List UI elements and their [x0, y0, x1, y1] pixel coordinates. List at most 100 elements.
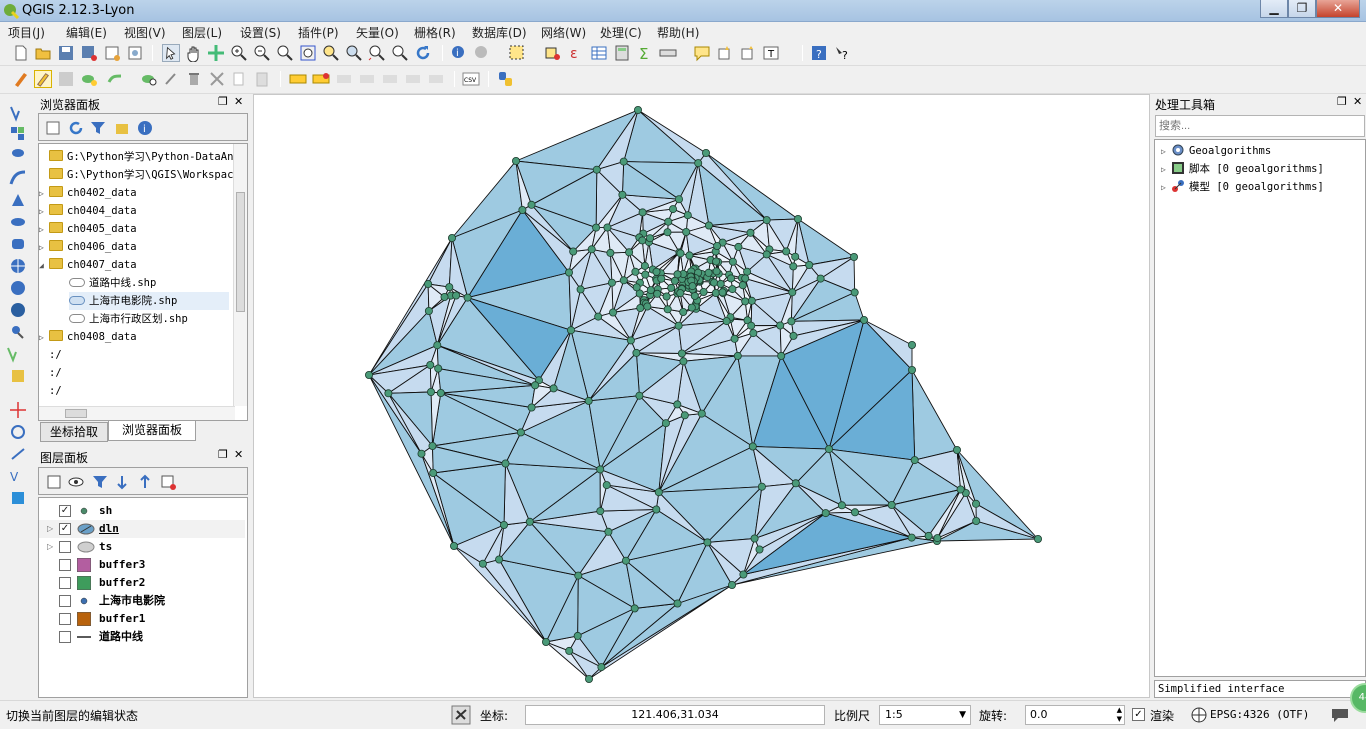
menu-settings[interactable]: 设置(S)	[240, 24, 281, 41]
menu-layer[interactable]: 图层(L)	[182, 24, 222, 41]
close-panel-icon[interactable]: ✕	[234, 95, 243, 108]
delete-selected-icon[interactable]	[163, 70, 181, 88]
menu-view[interactable]: 视图(V)	[124, 24, 166, 41]
add-mssql-layer-icon[interactable]	[9, 191, 27, 209]
zoom-last-icon[interactable]	[368, 44, 386, 62]
add-csv-layer-icon[interactable]: CSV	[462, 70, 480, 88]
add-vector-layer-icon[interactable]	[9, 104, 27, 122]
tab-coordinate-capture[interactable]: 坐标拾取	[40, 422, 108, 442]
browser-folder-item[interactable]: :/	[39, 346, 62, 364]
collapse-all-icon[interactable]	[113, 119, 131, 137]
menu-edit[interactable]: 编辑(E)	[66, 24, 107, 41]
show-hide-labels-icon[interactable]	[427, 70, 445, 88]
help-contents-icon[interactable]: ?	[810, 44, 828, 62]
expand-arrow-icon[interactable]: ▷	[39, 329, 49, 347]
copy-features-icon[interactable]	[230, 70, 248, 88]
zoom-out-icon[interactable]	[253, 44, 271, 62]
new-temporary-layer-icon[interactable]	[9, 489, 27, 507]
render-checkbox[interactable]: ✓	[1132, 708, 1145, 721]
visibility-eye-icon[interactable]	[67, 473, 85, 491]
cut-features-icon[interactable]	[208, 70, 226, 88]
deselect-features-icon[interactable]	[544, 44, 562, 62]
new-shapefile-layer-icon[interactable]	[6, 345, 24, 363]
layer-row[interactable]: ✓ sh	[39, 502, 245, 520]
menu-plugins[interactable]: 插件(P)	[298, 24, 339, 41]
layer-row[interactable]: buffer2	[39, 574, 245, 592]
select-features-icon[interactable]	[508, 44, 526, 62]
current-edits-icon[interactable]	[12, 70, 30, 88]
processing-item-scripts[interactable]: ▷ 脚本 [0 geoalgorithms]	[1161, 160, 1324, 178]
refresh-icon[interactable]	[414, 44, 432, 62]
add-virtual-layer-icon[interactable]	[9, 423, 27, 441]
add-postgis-layer-icon[interactable]	[9, 147, 27, 165]
new-bookmark-icon[interactable]	[716, 44, 734, 62]
new-gpx-layer-icon[interactable]: V	[9, 467, 27, 485]
expand-all-icon[interactable]	[113, 473, 131, 491]
label-toolbar-pin-icon[interactable]	[312, 70, 330, 88]
minimize-button[interactable]: ▁	[1260, 0, 1288, 18]
tab-browser[interactable]: 浏览器面板	[108, 421, 196, 441]
browser-folder-item[interactable]: ◢ ch0407_data	[39, 256, 137, 274]
add-gps-icon[interactable]	[9, 401, 27, 419]
browser-folder-item[interactable]: :/	[39, 364, 62, 382]
close-processing-panel-icon[interactable]: ✕	[1353, 95, 1362, 108]
save-project-icon[interactable]	[57, 44, 75, 62]
zoom-to-layer-icon[interactable]	[345, 44, 363, 62]
zoom-in-icon[interactable]	[230, 44, 248, 62]
refresh-browser-icon[interactable]	[67, 119, 85, 137]
layer-visibility-checkbox[interactable]	[59, 613, 71, 625]
pan-map-select-icon[interactable]	[162, 44, 180, 62]
add-feature-icon[interactable]	[80, 70, 98, 88]
add-raster-layer-icon[interactable]	[9, 125, 27, 143]
whats-this-icon[interactable]: ?	[833, 44, 851, 62]
map-canvas[interactable]	[253, 94, 1150, 698]
expand-arrow-icon[interactable]: ▷	[39, 239, 49, 257]
trash-icon[interactable]	[185, 70, 203, 88]
remove-layer-icon[interactable]	[159, 473, 177, 491]
coordinate-field[interactable]: 121.406,31.034	[525, 705, 825, 725]
properties-info-icon[interactable]: i	[136, 119, 154, 137]
crs-globe-icon[interactable]	[1191, 707, 1207, 723]
filter-legend-icon[interactable]	[91, 473, 109, 491]
close-layers-panel-icon[interactable]: ✕	[234, 448, 243, 461]
spin-arrows-icon[interactable]: ▲ ▼	[1117, 706, 1122, 724]
browser-folder-item[interactable]: ▷ ch0408_data	[39, 328, 137, 346]
browser-folder-item[interactable]: ▷ ch0402_data	[39, 184, 137, 202]
browser-folder-item[interactable]: ▷ ch0406_data	[39, 238, 137, 256]
text-annotation-icon[interactable]: T	[762, 44, 780, 62]
layer-visibility-checkbox[interactable]: ✓	[59, 505, 71, 517]
add-oracle-layer-icon[interactable]	[9, 213, 27, 231]
layer-labeling-icon[interactable]	[289, 70, 307, 88]
float-layers-panel-icon[interactable]: ❐	[218, 448, 228, 461]
expand-arrow-icon[interactable]: ▷	[47, 520, 53, 538]
layer-visibility-checkbox[interactable]	[59, 577, 71, 589]
menu-processing[interactable]: 处理(C)	[600, 24, 642, 41]
layer-visibility-checkbox[interactable]	[59, 541, 71, 553]
digitize-gps-icon[interactable]	[9, 445, 27, 463]
layer-row[interactable]: buffer1	[39, 610, 245, 628]
maximize-button[interactable]: ❐	[1288, 0, 1316, 18]
menu-raster[interactable]: 栅格(R)	[414, 24, 456, 41]
scale-select[interactable]: 1:5 ▼	[879, 705, 971, 725]
processing-item-geoalgorithms[interactable]: ▷ Geoalgorithms	[1161, 142, 1271, 160]
toggle-extents-icon[interactable]	[451, 705, 471, 725]
move-feature-icon[interactable]	[106, 70, 124, 88]
select-by-expression-icon[interactable]: ε	[567, 44, 585, 62]
expand-arrow-icon[interactable]: ▷	[39, 221, 49, 239]
processing-item-models[interactable]: ▷ 模型 [0 geoalgorithms]	[1161, 178, 1324, 196]
add-delimited-text-icon[interactable]	[9, 323, 27, 341]
browser-shapefile-item[interactable]: 道路中线.shp	[69, 274, 156, 292]
close-button[interactable]: ✕	[1316, 0, 1360, 18]
layer-row[interactable]: 道路中线	[39, 628, 245, 646]
layer-visibility-checkbox[interactable]	[59, 595, 71, 607]
expand-arrow-icon[interactable]: ▷	[39, 185, 49, 203]
expand-arrow-icon[interactable]: ▷	[39, 203, 49, 221]
expand-arrow-icon[interactable]: ◢	[39, 257, 49, 275]
open-project-icon[interactable]	[34, 44, 52, 62]
browser-folder-item[interactable]: ▷ ch0405_data	[39, 220, 137, 238]
float-panel-icon[interactable]: ❐	[218, 95, 228, 108]
menu-database[interactable]: 数据库(D)	[472, 24, 527, 41]
browser-horizontal-scrollbar[interactable]	[39, 406, 235, 420]
menu-help[interactable]: 帮助(H)	[657, 24, 699, 41]
save-as-icon[interactable]	[80, 44, 98, 62]
